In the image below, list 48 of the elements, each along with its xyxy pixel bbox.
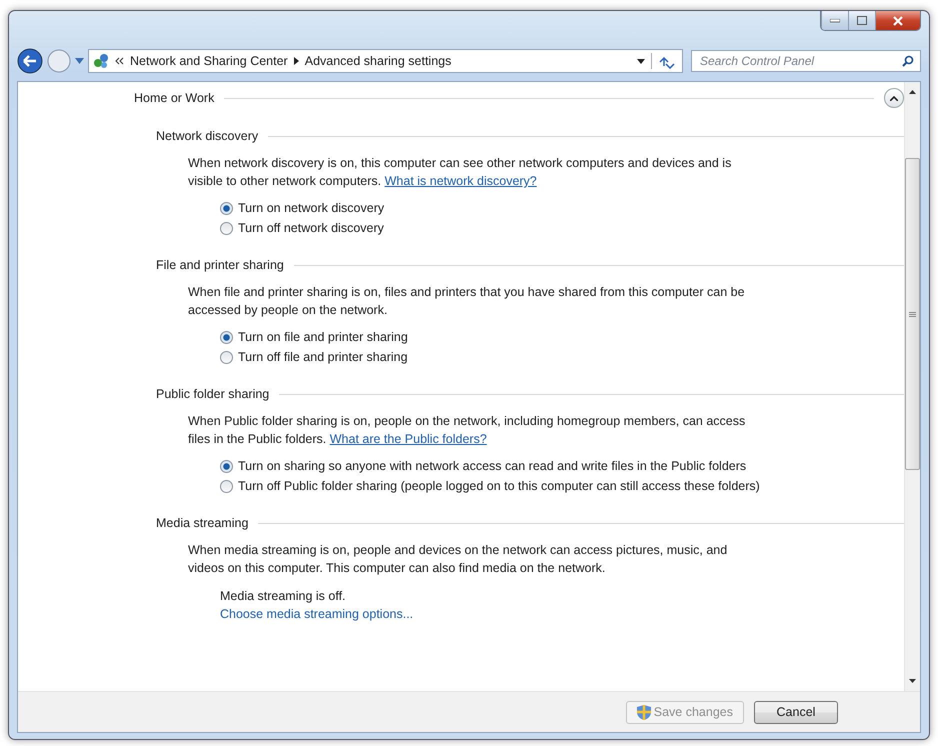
radio-option[interactable]: Turn off Public folder sharing (people logged on to this computer can still access these folders): [220, 477, 785, 495]
radio-option[interactable]: Turn on network discovery: [220, 199, 785, 217]
description-text: When network discovery is on, this computer can see other network computers and devices and is visible to other network computers. What is network discovery?: [188, 155, 732, 190]
description-text: When media streaming is on, people and devices on the network can access pictures, music, and videos on this computer. This computer can also find media on the network.: [188, 542, 728, 577]
status-text: Media streaming is off.: [220, 588, 347, 605]
help-link[interactable]: What are the Public folders?: [330, 432, 487, 446]
network-icon: [93, 53, 109, 69]
radio-icon[interactable]: [220, 351, 233, 364]
chevron-icon: [890, 96, 898, 100]
radio-icon[interactable]: [220, 331, 233, 344]
radio-option[interactable]: Turn on sharing so anyone with network access can read and write files in the Public folders: [220, 457, 785, 475]
section-heading: File and printer sharing: [156, 258, 284, 272]
radio-icon[interactable]: [220, 480, 233, 493]
collapse-button[interactable]: [884, 88, 904, 108]
close-icon: [893, 16, 903, 26]
search-icon[interactable]: [902, 55, 914, 67]
minimize-icon: [830, 18, 840, 22]
scroll-up-icon[interactable]: [909, 90, 916, 94]
description-text: When Public folder sharing is on, people on the network, including homegroup members, can access files in the Public folders. What are the Public folders?: [188, 413, 746, 448]
minimize-button[interactable]: [821, 11, 848, 30]
breadcrumb[interactable]: Advanced sharing settings: [304, 54, 452, 68]
help-link[interactable]: What is network discovery?: [384, 174, 537, 188]
breadcrumb[interactable]: Network and Sharing Center: [130, 54, 288, 68]
description-text: When file and printer sharing is on, files and printers that you have shared from this computer can be accessed by people on the network.: [188, 284, 746, 319]
close-button[interactable]: [875, 11, 920, 30]
radio-icon[interactable]: [220, 202, 233, 215]
radio-icon[interactable]: [220, 222, 233, 235]
maximize-icon: [857, 16, 867, 25]
address-bar[interactable]: Network and Sharing Center Advanced sharing settings: [88, 49, 683, 73]
dropdown-icon[interactable]: [637, 58, 645, 64]
maximize-button[interactable]: [848, 11, 875, 30]
options-link[interactable]: Choose media streaming options...: [220, 605, 414, 623]
radio-option[interactable]: Turn off file and printer sharing: [220, 348, 785, 366]
section-heading: Network discovery: [156, 129, 258, 143]
section-heading: Public folder sharing: [156, 387, 270, 401]
section-heading: Media streaming: [156, 516, 248, 530]
scrollbar[interactable]: [904, 82, 920, 691]
radio-icon[interactable]: [220, 460, 233, 473]
scroll-down-icon[interactable]: [909, 679, 916, 683]
chevron-icon: [115, 57, 124, 65]
back-icon[interactable]: [17, 48, 43, 74]
caret-icon: [294, 57, 299, 65]
radio-option[interactable]: Turn on file and printer sharing: [220, 328, 785, 346]
grip-icon[interactable]: [909, 312, 916, 316]
group-heading: Home or Work: [134, 91, 214, 105]
radio-option[interactable]: Turn off network discovery: [220, 219, 785, 237]
dialog-button[interactable]: Cancel: [754, 700, 838, 724]
search-field[interactable]: Search Control Panel: [691, 50, 921, 72]
